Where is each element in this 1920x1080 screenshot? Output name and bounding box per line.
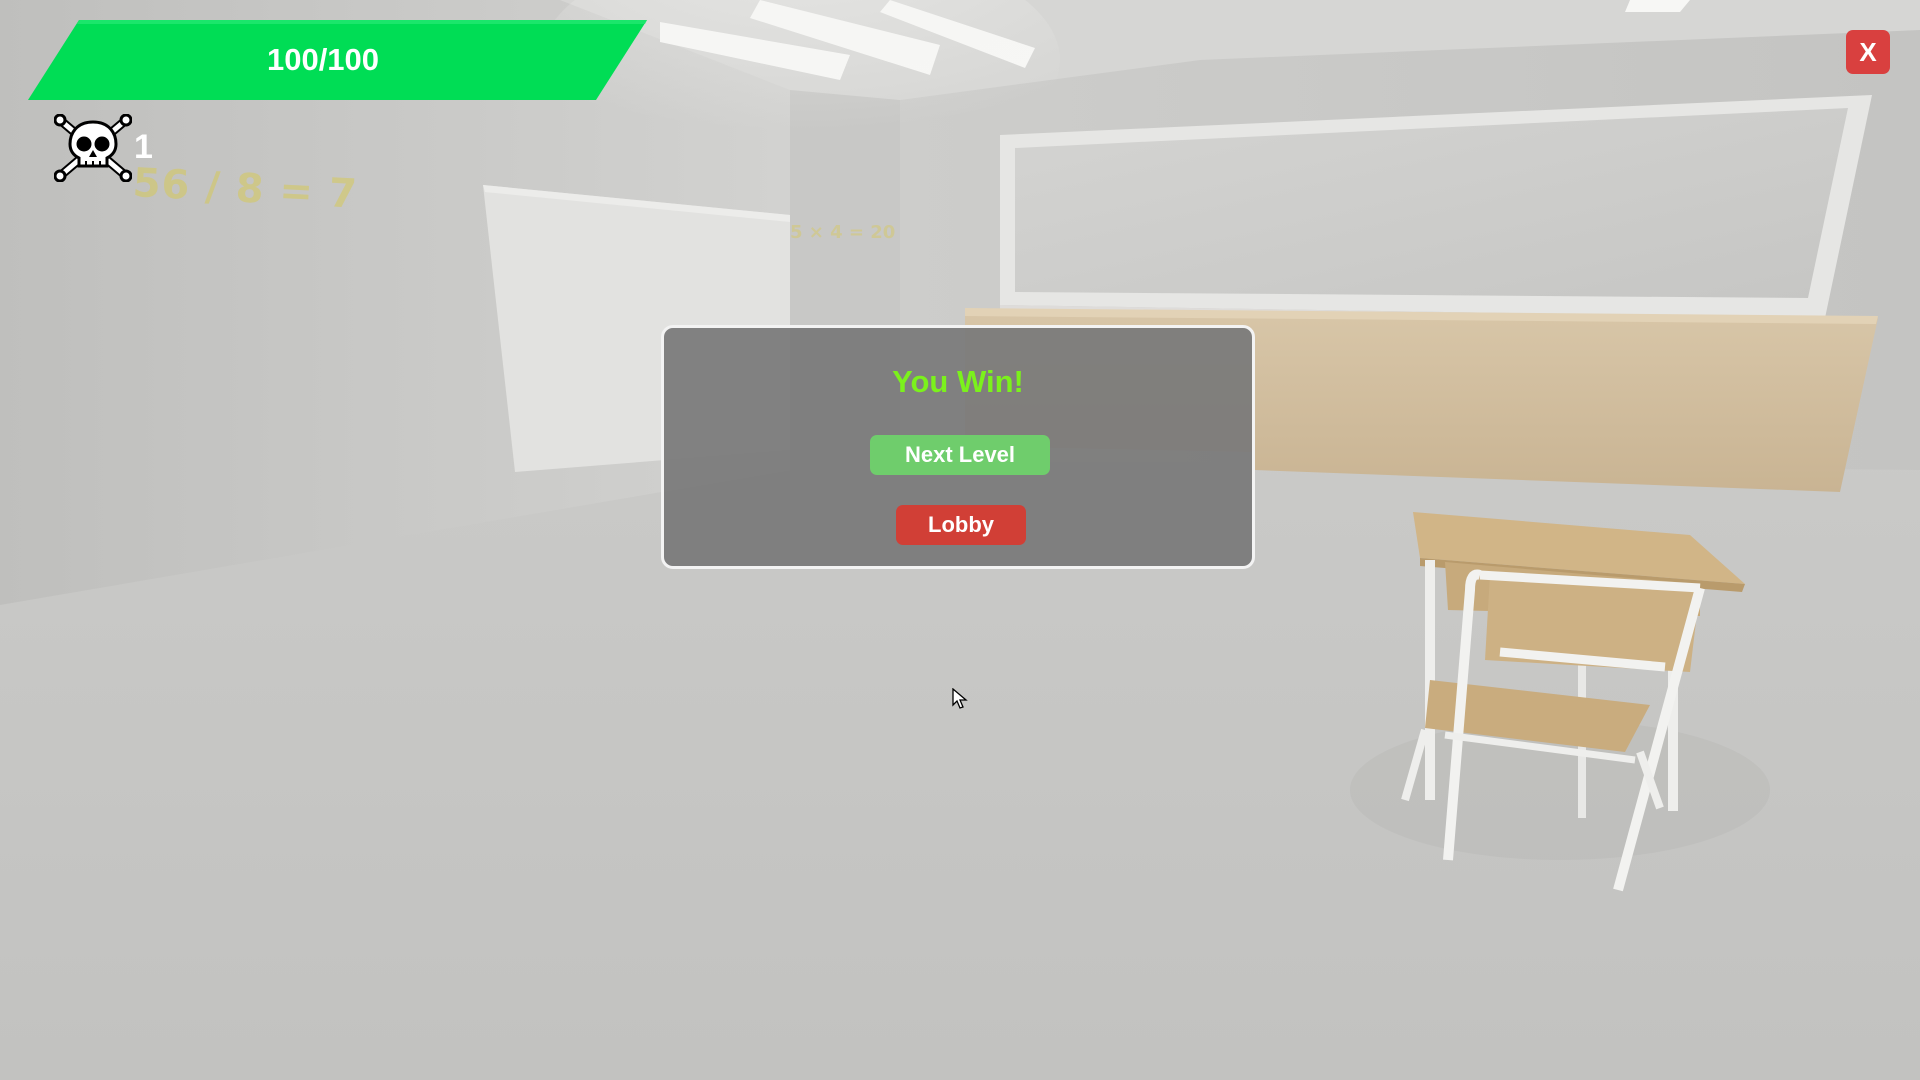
kill-count: 1: [134, 128, 153, 166]
win-dialog: You Win! Next Level Lobby: [661, 325, 1255, 569]
health-bar: 100/100: [28, 20, 647, 100]
mouse-cursor-icon: [952, 688, 968, 709]
win-title: You Win!: [892, 364, 1024, 399]
close-button[interactable]: X: [1846, 30, 1890, 74]
health-label: 100/100: [266, 42, 380, 77]
skull-crossbones-icon: [54, 114, 132, 182]
floating-equation-far: 5 × 4 = 20: [790, 222, 896, 243]
lobby-button[interactable]: Lobby: [896, 505, 1026, 545]
next-level-button[interactable]: Next Level: [870, 435, 1050, 475]
game-viewport[interactable]: 56 / 8 = 7 5 × 4 = 20 100/100 1 X You Wi…: [0, 0, 1920, 1080]
